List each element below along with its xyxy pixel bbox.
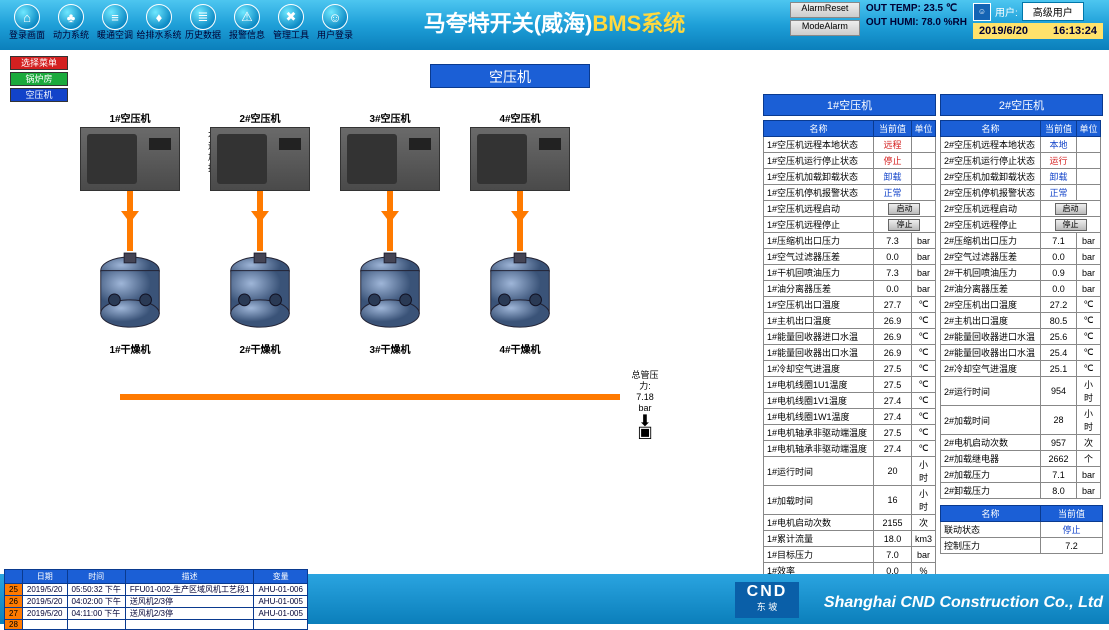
alarm-reset-button[interactable]: AlarmReset [790, 2, 860, 18]
nav-用户登录[interactable]: ☺用户登录 [314, 4, 356, 46]
compressor-unit-1: 1#空压机 1#干燥机 [70, 110, 190, 356]
nav-报警信息[interactable]: ⚠报警信息 [226, 4, 268, 46]
remote-btn[interactable]: 启动 [888, 203, 920, 215]
nav-icon-glyph: ⚠ [234, 4, 260, 30]
arrow-down-icon [251, 211, 269, 223]
nav-给排水系统[interactable]: ♦给排水系统 [138, 4, 180, 46]
table-compressor-2: 名称当前值单位2#空压机远程本地状态本地2#空压机运行停止状态运行2#空压机加载… [940, 120, 1101, 499]
compressor-icon [210, 127, 310, 191]
title-pre: 马夸特开关(威海) [424, 11, 593, 36]
table-linkage: 名称当前值联动状态停止控制压力7.2 [940, 505, 1103, 554]
side-item[interactable]: 空压机 [10, 88, 68, 102]
remote-btn[interactable]: 停止 [1055, 219, 1087, 231]
dryer-tank-icon [221, 251, 299, 339]
diagram: 远程停止卸载正常 本地运行加载报警 1#空压机 1#干燥机 2#空压机 2#干燥… [70, 110, 660, 510]
nav-icon-glyph: ≡ [102, 4, 128, 30]
pipe-down [517, 191, 523, 251]
env-readout: OUT TEMP: 23.5 ℃ OUT HUMI: 78.0 %RH [866, 2, 967, 30]
dryer-tank-icon [481, 251, 559, 339]
user-label: 用户: [995, 4, 1018, 19]
pipe-down [127, 191, 133, 251]
top-bar: ⌂登录画面♣动力系统≡暖通空调♦给排水系统≣历史数据⚠报警信息✖管理工具☺用户登… [0, 0, 1109, 50]
nav-icon-glyph: ≣ [190, 4, 216, 30]
compressor-icon [470, 127, 570, 191]
nav-暖通空调[interactable]: ≡暖通空调 [94, 4, 136, 46]
table2-title: 2#空压机 [940, 94, 1103, 116]
nav-管理工具[interactable]: ✖管理工具 [270, 4, 312, 46]
table-compressor-1: 名称当前值单位1#空压机远程本地状态远程1#空压机运行停止状态停止1#空压机加载… [763, 120, 936, 579]
gauge-readout: 总管压力: 7.18 bar ⬇▣ [630, 370, 660, 438]
clock: 2019/6/2016:13:24 [973, 23, 1103, 39]
compressor-unit-4: 4#空压机 4#干燥机 [460, 110, 580, 356]
compressor-unit-3: 3#空压机 3#干燥机 [330, 110, 450, 356]
nav-动力系统[interactable]: ♣动力系统 [50, 4, 92, 46]
user-icon: ☺ [973, 3, 991, 21]
nav-历史数据[interactable]: ≣历史数据 [182, 4, 224, 46]
nav-icons: ⌂登录画面♣动力系统≡暖通空调♦给排水系统≣历史数据⚠报警信息✖管理工具☺用户登… [0, 0, 362, 50]
company-name: Shanghai CND Construction Co., Ltd [824, 594, 1103, 612]
data-tables: 1#空压机 名称当前值单位1#空压机远程本地状态远程1#空压机运行停止状态停止1… [763, 94, 1103, 579]
alarm-table: 日期时间描述变量252019/5/2005:50:32 下午FFU01-002-… [4, 569, 308, 630]
remote-btn[interactable]: 启动 [1055, 203, 1087, 215]
nav-icon-glyph: ⌂ [14, 4, 40, 30]
footer: 日期时间描述变量252019/5/2005:50:32 下午FFU01-002-… [0, 574, 1109, 624]
cnd-logo: CND 东 坡 [735, 582, 799, 618]
mode-alarm-button[interactable]: ModeAlarm [790, 20, 860, 36]
system-title: 马夸特开关(威海)BMS系统 [424, 6, 686, 38]
nav-icon-glyph: ♣ [58, 4, 84, 30]
nav-icon-glyph: ♦ [146, 4, 172, 30]
side-menu: 选择菜单锅炉房空压机 [10, 56, 68, 104]
nav-icon-glyph: ✖ [278, 4, 304, 30]
arrow-down-icon [381, 211, 399, 223]
compressor-unit-2: 2#空压机 2#干燥机 [200, 110, 320, 356]
user-box: ☺ 用户: 高级用户 [973, 2, 1103, 21]
table1-title: 1#空压机 [763, 94, 936, 116]
page-title: 空压机 [430, 64, 590, 88]
side-item[interactable]: 锅炉房 [10, 72, 68, 86]
arrow-down-icon [121, 211, 139, 223]
nav-icon-glyph: ☺ [322, 4, 348, 30]
main-area: 选择菜单锅炉房空压机 空压机 远程停止卸载正常 本地运行加载报警 1#空压机 1… [0, 50, 1109, 574]
user-value[interactable]: 高级用户 [1022, 2, 1084, 21]
arrow-down-icon [511, 211, 529, 223]
compressor-icon [80, 127, 180, 191]
nav-登录画面[interactable]: ⌂登录画面 [6, 4, 48, 46]
dryer-tank-icon [91, 251, 169, 339]
compressor-icon [340, 127, 440, 191]
pipe-down [387, 191, 393, 251]
dryer-tank-icon [351, 251, 429, 339]
pipe-down [257, 191, 263, 251]
remote-btn[interactable]: 停止 [888, 219, 920, 231]
pipe-main [120, 394, 620, 400]
title-tail: BMS系统 [592, 11, 685, 36]
valve-icon: ⬇▣ [630, 416, 660, 438]
side-item[interactable]: 选择菜单 [10, 56, 68, 70]
